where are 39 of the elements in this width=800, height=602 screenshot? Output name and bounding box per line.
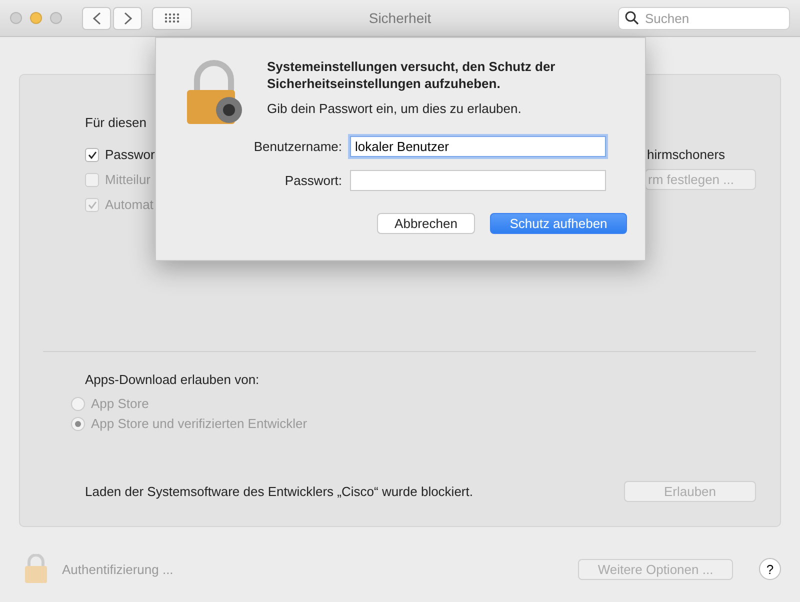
grid-icon	[164, 13, 180, 23]
input-field[interactable]	[350, 170, 606, 191]
checkmark-icon	[88, 150, 96, 158]
dialog-message: Gib dein Passwort ein, um dies zu erlauben.	[267, 101, 522, 116]
padlock-icon	[185, 60, 245, 126]
section-label: Apps-Download erlauben von:	[84, 372, 260, 387]
chevron-left-icon	[92, 12, 100, 24]
dialog-title: Systemeinstellungen versucht, den Schutz der Sicherheitseinstellungen aufzuheben.	[267, 58, 556, 92]
forward-button[interactable]	[113, 6, 142, 30]
zoom-button[interactable]	[50, 12, 62, 24]
option-label: hirmschoners	[647, 147, 726, 162]
help-button[interactable]: ?	[759, 558, 781, 580]
search-field[interactable]: Suchen	[618, 6, 790, 30]
field-label: Passwort:	[284, 173, 342, 188]
close-button[interactable]	[10, 12, 22, 24]
checkbox-label: Automat	[105, 197, 154, 212]
input-field[interactable]: lokaler Benutzer	[350, 136, 606, 157]
minimize-button[interactable]	[30, 12, 42, 24]
search-field[interactable]: Suchen	[643, 10, 777, 26]
allow-button[interactable]: Erlauben	[624, 481, 756, 502]
back-button[interactable]	[82, 6, 111, 30]
checkbox-label: Passwor	[105, 147, 155, 162]
chevron-right-icon	[124, 12, 132, 24]
authentication-label: Authentifizierung ...	[62, 562, 174, 576]
show-all-button[interactable]	[152, 6, 192, 30]
checkmark-icon	[88, 200, 96, 208]
window-title: Sicherheit	[368, 10, 432, 26]
padlock-icon[interactable]	[24, 554, 48, 584]
checkbox[interactable]	[85, 148, 99, 162]
radio-label: App Store	[91, 396, 149, 411]
radio-label: App Store und verifizierten Entwickler	[91, 416, 308, 431]
search-icon	[625, 11, 639, 25]
more-options-button[interactable]: Weitere Optionen ...	[578, 558, 733, 580]
blocked-message: Laden der Systemsoftware des Entwicklers „Cisco“ wurde blockiert.	[85, 484, 473, 499]
field-label: Benutzername:	[252, 139, 342, 154]
cancel-button[interactable]: Abbrechen	[377, 213, 475, 234]
section-label: Für diesen	[84, 115, 148, 130]
checkbox-label: Mitteilur	[105, 172, 151, 187]
confirm-button[interactable]: Schutz aufheben	[490, 213, 627, 234]
